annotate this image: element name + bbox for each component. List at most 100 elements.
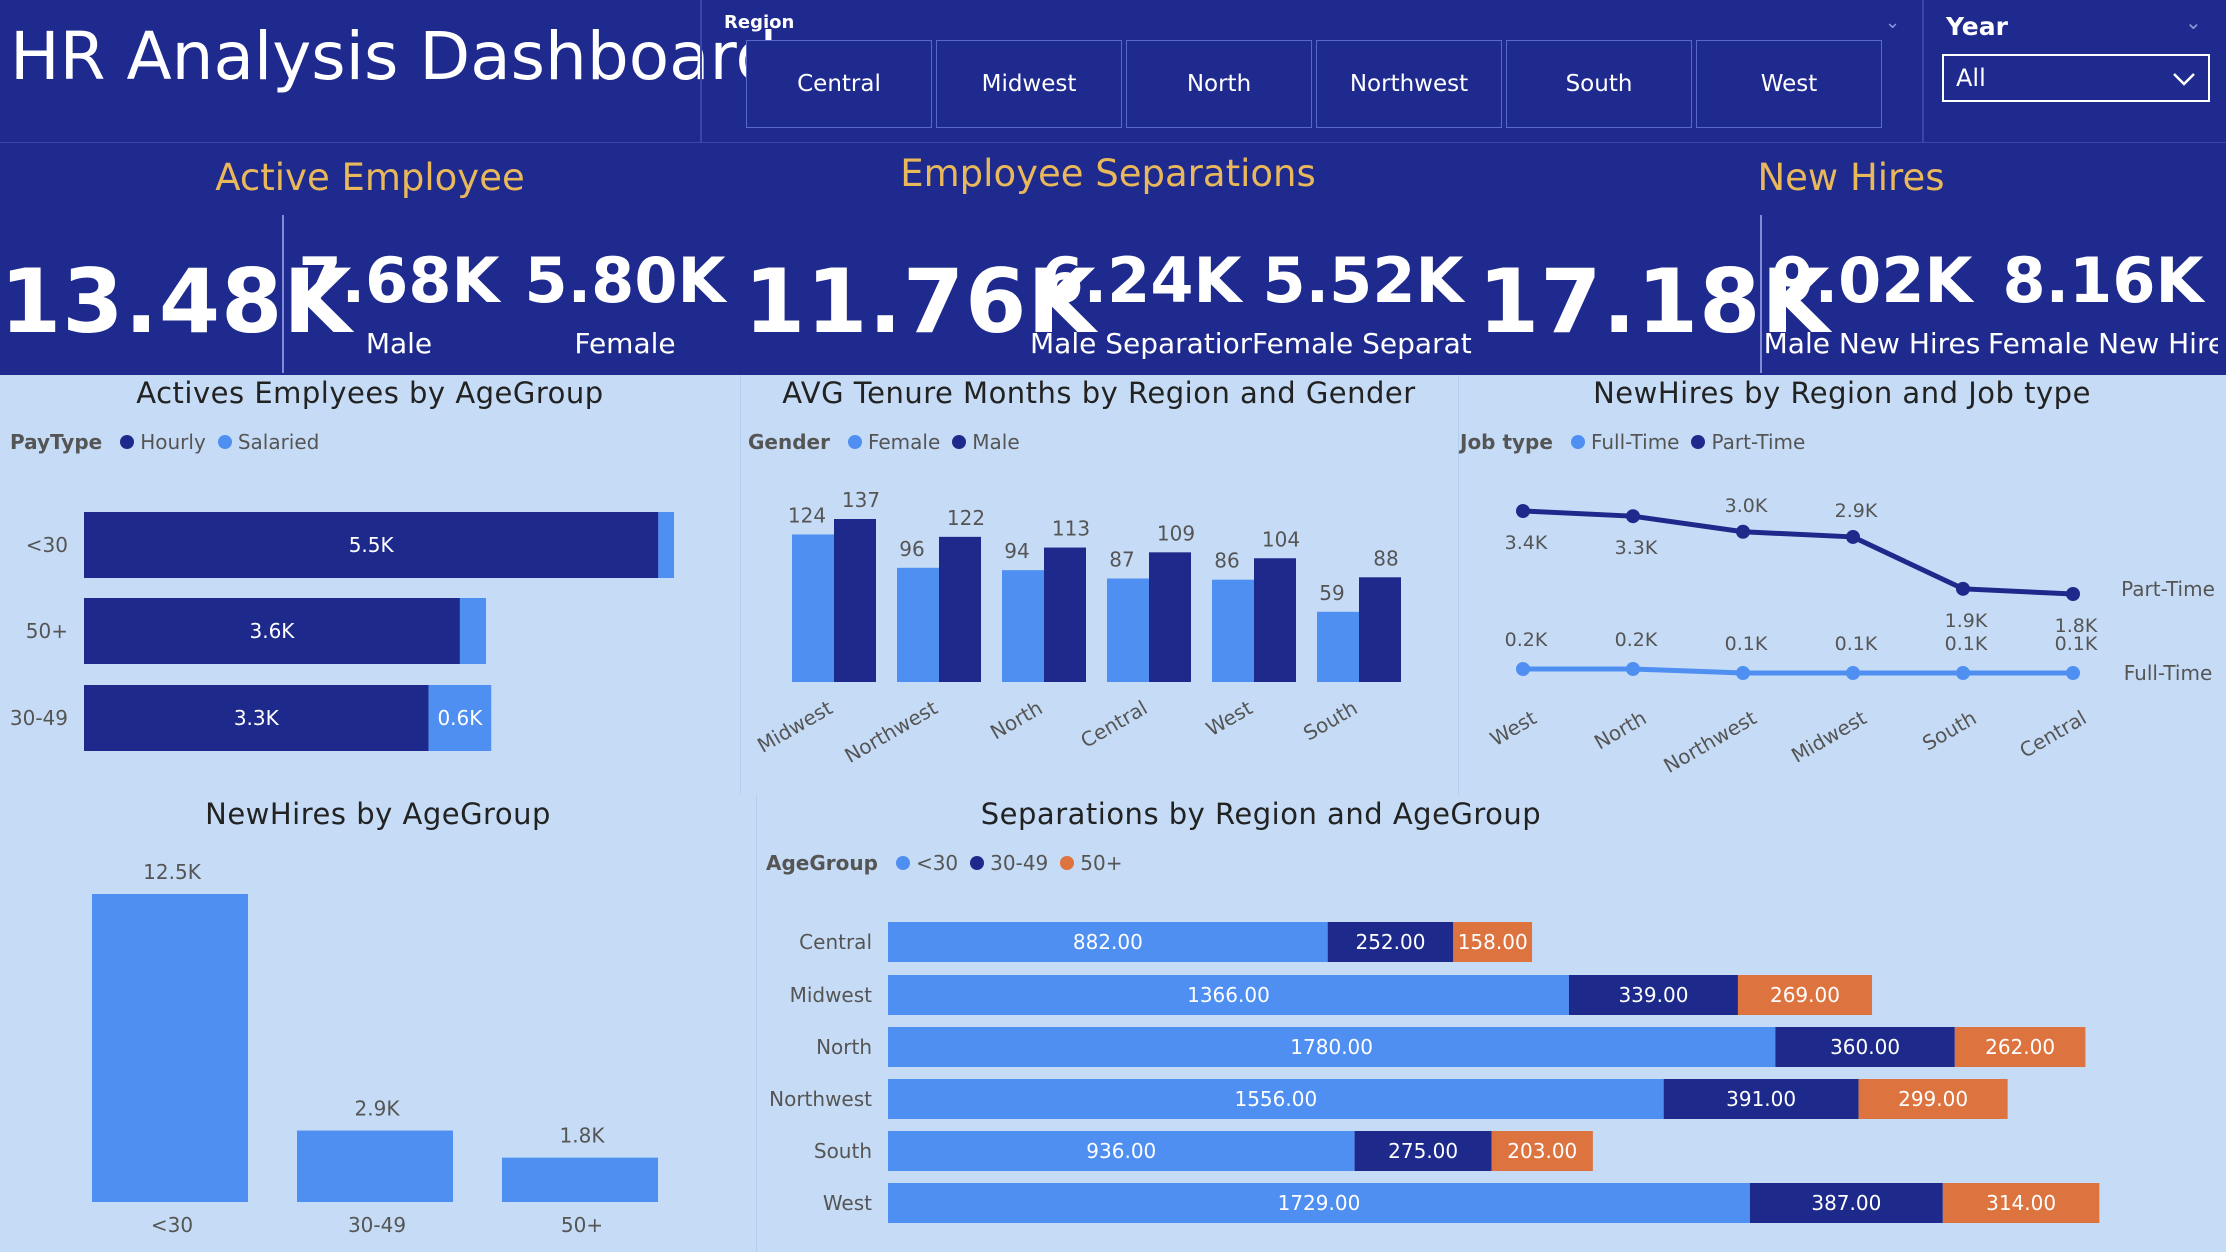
data-label: 3.6K xyxy=(250,619,296,643)
header-divider xyxy=(0,142,2226,143)
new-hires-heading: New Hires xyxy=(1757,156,1945,199)
legend-dot-50-plus xyxy=(1060,856,1075,870)
tick-label: Midwest xyxy=(753,695,837,757)
data-label: 299.00 xyxy=(1898,1087,1968,1111)
tick-label: South xyxy=(1918,706,1980,756)
bar xyxy=(502,1157,658,1202)
data-label: 360.00 xyxy=(1830,1035,1900,1059)
data-label: 59 xyxy=(1319,581,1344,605)
data-label: 86 xyxy=(1214,549,1239,573)
tick-label: Northwest xyxy=(1659,705,1760,777)
data-label: 1729.00 xyxy=(1278,1191,1361,1215)
line-part-time xyxy=(1522,508,2074,597)
data-label: 391.00 xyxy=(1726,1087,1796,1111)
agegroup-legend: AgeGroup <30 30-49 50+ xyxy=(766,851,1123,875)
year-dropdown-value: All xyxy=(1956,64,1986,92)
bar-female xyxy=(1002,570,1044,682)
data-label: 882.00 xyxy=(1073,930,1143,954)
data-label: 12.5K xyxy=(143,860,202,884)
page-title: HR Analysis Dashboard xyxy=(10,18,778,95)
point-full-time xyxy=(1626,662,1640,676)
bar-salaried xyxy=(658,512,674,578)
tick-label: South xyxy=(814,1139,872,1163)
point-full-time xyxy=(1736,666,1750,680)
data-label: 3.0K xyxy=(1725,495,1768,517)
legend-full-time[interactable]: Full-Time xyxy=(1591,430,1680,454)
legend-under-30[interactable]: <30 xyxy=(916,851,958,875)
year-slicer-label: Year xyxy=(1946,12,2008,41)
legend-dot-salaried xyxy=(217,435,232,449)
chevron-down-icon xyxy=(2173,73,2195,86)
region-button-central[interactable]: Central xyxy=(746,40,932,128)
data-label: 0.1K xyxy=(1835,633,1878,655)
legend-salaried[interactable]: Salaried xyxy=(238,430,320,454)
legend-dot-part-time xyxy=(1691,435,1706,449)
legend-male[interactable]: Male xyxy=(972,430,1019,454)
newhires-agegroup-chart: 12.5K <30 2.9K 30-49 1.8K 50+ xyxy=(92,860,658,1237)
legend-title: AgeGroup xyxy=(766,851,878,875)
data-label: 314.00 xyxy=(1986,1191,2056,1215)
point-full-time xyxy=(1956,666,1970,680)
data-label: 88 xyxy=(1373,546,1398,570)
jobtype-legend: Job type Full-Time Part-Time xyxy=(1460,430,1805,454)
data-label: 113 xyxy=(1052,517,1090,541)
year-dropdown[interactable]: All xyxy=(1942,54,2210,102)
tick-label: Central xyxy=(1076,696,1151,753)
tick-label: North xyxy=(986,696,1046,745)
region-button-west[interactable]: West xyxy=(1696,40,1882,128)
data-label: 122 xyxy=(947,506,985,530)
data-label: 87 xyxy=(1109,547,1134,571)
active-employee-total: 13.48K xyxy=(0,250,353,353)
bar-female xyxy=(1317,611,1359,682)
female-separations-label: Female Separati... xyxy=(1252,327,1474,360)
tick-label: West xyxy=(1486,705,1541,750)
legend-50-plus[interactable]: 50+ xyxy=(1080,851,1122,875)
data-label: 0.2K xyxy=(1615,629,1658,651)
legend-30-49[interactable]: 30-49 xyxy=(990,851,1048,875)
region-slicer: Central Midwest North Northwest South We… xyxy=(746,0,1886,140)
data-label: 339.00 xyxy=(1618,983,1688,1007)
data-label: 3.4K xyxy=(1505,532,1548,554)
newhires-agegroup-title: NewHires by AgeGroup xyxy=(205,797,551,831)
data-label: 109 xyxy=(1157,521,1195,545)
legend-title: Gender xyxy=(748,430,830,454)
data-label: 275.00 xyxy=(1388,1139,1458,1163)
new-hires-total: 17.18K xyxy=(1478,250,1831,353)
bar-female xyxy=(792,534,834,682)
point-part-time xyxy=(1846,529,1860,544)
region-button-south[interactable]: South xyxy=(1506,40,1692,128)
point-full-time xyxy=(1846,666,1860,680)
legend-female[interactable]: Female xyxy=(868,430,940,454)
legend-dot-30-49 xyxy=(970,856,985,870)
point-full-time xyxy=(2066,666,2080,680)
year-slicer-collapse-icon[interactable]: ⌄ xyxy=(2185,10,2202,34)
point-full-time xyxy=(1516,662,1530,676)
region-slicer-chevron-icon[interactable]: ⌄ xyxy=(1885,12,1900,33)
point-part-time xyxy=(1516,504,1530,518)
tick-label: Northwest xyxy=(840,695,941,767)
active-female-value: 5.80K xyxy=(524,244,726,317)
region-button-north[interactable]: North xyxy=(1126,40,1312,128)
data-label: 0.6K xyxy=(437,706,483,730)
bar-female xyxy=(897,567,939,682)
line-full-time xyxy=(1523,666,2073,676)
data-label: 936.00 xyxy=(1086,1139,1156,1163)
data-label: 137 xyxy=(842,488,880,512)
male-separations-value: 6.24K xyxy=(1040,244,1242,317)
bar-male xyxy=(1359,577,1401,682)
data-label: 3.3K xyxy=(234,706,280,730)
region-button-northwest[interactable]: Northwest xyxy=(1316,40,1502,128)
legend-hourly[interactable]: Hourly xyxy=(140,430,206,454)
data-label: 1.9K xyxy=(1945,610,1988,632)
legend-dot-hourly xyxy=(120,435,135,449)
data-label: 0.1K xyxy=(1725,633,1768,655)
male-separations-label: Male Separations xyxy=(1030,327,1252,360)
male-new-hires-value: 9.02K xyxy=(1771,244,1973,317)
avg-tenure-title: AVG Tenure Months by Region and Gender xyxy=(782,376,1416,410)
legend-part-time[interactable]: Part-Time xyxy=(1711,430,1805,454)
region-button-midwest[interactable]: Midwest xyxy=(936,40,1122,128)
data-label: 2.9K xyxy=(355,1097,401,1121)
female-separations-value: 5.52K xyxy=(1262,244,1464,317)
bar-female xyxy=(1107,578,1149,682)
tick-label: 30-49 xyxy=(348,1213,406,1237)
